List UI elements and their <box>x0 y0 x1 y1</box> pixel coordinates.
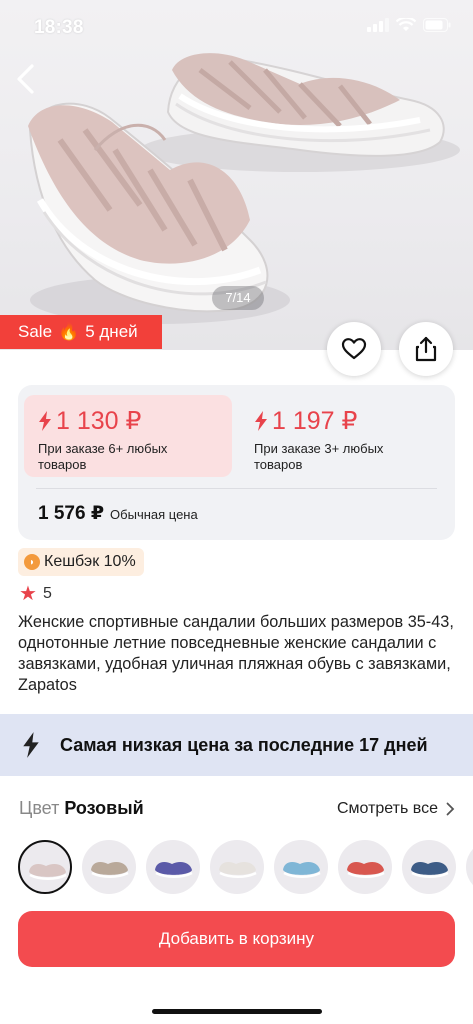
color-label: Цвет <box>19 798 60 818</box>
price-value: 1 197 ₽ <box>272 407 358 435</box>
price-option-3plus[interactable]: 1 197 ₽ При заказе 3+ любых товаров <box>240 395 448 477</box>
status-bar: 18:38 <box>0 0 473 56</box>
signal-icon <box>367 18 389 32</box>
price-value: 1 130 ₽ <box>56 407 142 435</box>
sale-badge: Sale 🔥 5 дней <box>0 315 162 349</box>
price-condition: При заказе 3+ любых товаров <box>254 441 384 472</box>
divider <box>36 488 437 489</box>
status-icons <box>367 18 451 32</box>
color-value: Розовый <box>64 798 144 818</box>
color-swatch[interactable] <box>146 840 200 894</box>
color-selector-header: Цвет Розовый Смотреть все <box>19 798 455 819</box>
cashback-badge[interactable]: ◗ Кешбэк 10% <box>18 548 144 576</box>
star-icon: ★ <box>19 583 37 605</box>
chevron-right-icon <box>446 802 455 815</box>
add-to-cart-button[interactable]: Добавить в корзину <box>18 911 455 967</box>
color-swatch[interactable] <box>402 840 456 894</box>
color-swatches <box>18 840 473 896</box>
color-swatch[interactable] <box>18 840 72 894</box>
image-counter: 7/14 <box>212 286 264 310</box>
see-all-label: Смотреть все <box>336 799 438 817</box>
lowest-price-text: Самая низкая цена за последние 17 дней <box>60 734 428 755</box>
lightning-icon <box>255 411 267 431</box>
price-option-6plus[interactable]: 1 130 ₽ При заказе 6+ любых товаров <box>24 395 232 477</box>
lightning-icon <box>39 411 51 431</box>
regular-price-label: Обычная цена <box>110 507 198 522</box>
color-swatch[interactable] <box>82 840 136 894</box>
favorite-button[interactable] <box>327 322 381 376</box>
color-swatch[interactable] <box>466 840 473 894</box>
cashback-coin-icon: ◗ <box>24 554 40 570</box>
wifi-icon <box>396 18 416 31</box>
sale-days: 5 дней <box>85 322 138 341</box>
lowest-price-banner: Самая низкая цена за последние 17 дней <box>0 714 473 776</box>
rating-value: 5 <box>42 585 52 602</box>
home-indicator <box>152 1009 322 1014</box>
regular-price-value: 1 576 ₽ <box>38 503 105 524</box>
lightning-icon <box>23 732 39 758</box>
product-title: Женские спортивные сандалии больших разм… <box>18 613 454 694</box>
back-button[interactable] <box>10 60 42 100</box>
price-card: 1 130 ₽ При заказе 6+ любых товаров 1 19… <box>18 385 455 540</box>
color-swatch[interactable] <box>274 840 328 894</box>
see-all-colors-link[interactable]: Смотреть все <box>337 800 455 818</box>
cashback-label: Кешбэк 10% <box>44 553 136 570</box>
fire-icon: 🔥 <box>58 322 80 341</box>
regular-price: 1 576 ₽ Обычная цена <box>38 502 198 525</box>
color-swatch[interactable] <box>338 840 392 894</box>
share-button[interactable] <box>399 322 453 376</box>
sale-label: Sale <box>18 322 53 341</box>
rating[interactable]: ★ 5 <box>19 584 52 604</box>
color-swatch[interactable] <box>210 840 264 894</box>
product-image-gallery[interactable]: 18:38 7/14 <box>0 0 473 350</box>
share-icon <box>415 336 437 362</box>
heart-icon <box>341 338 367 360</box>
price-condition: При заказе 6+ любых товаров <box>38 441 168 472</box>
status-time: 18:38 <box>34 17 84 38</box>
battery-icon <box>423 18 451 32</box>
chevron-left-icon <box>17 64 34 94</box>
